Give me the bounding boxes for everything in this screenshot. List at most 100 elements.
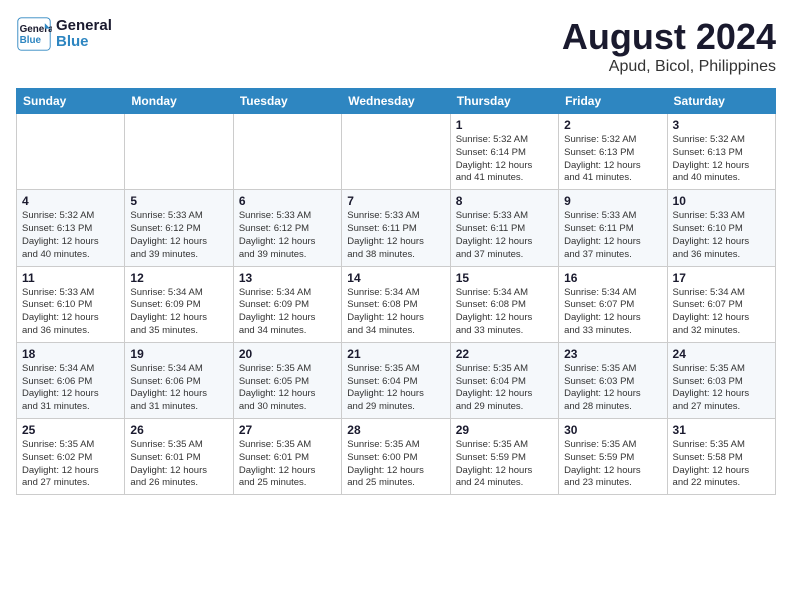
month-year: August 2024 — [562, 16, 776, 58]
logo: General Blue General Blue — [16, 16, 112, 52]
day-info: Sunrise: 5:34 AMSunset: 6:06 PMDaylight:… — [130, 363, 227, 414]
day-number: 25 — [22, 423, 119, 437]
day-info: Sunrise: 5:34 AMSunset: 6:08 PMDaylight:… — [347, 287, 444, 338]
calendar-cell — [125, 114, 233, 190]
calendar-cell: 21 Sunrise: 5:35 AMSunset: 6:04 PMDayligh… — [342, 342, 450, 418]
day-number: 29 — [456, 423, 553, 437]
calendar-cell — [17, 114, 125, 190]
day-number: 11 — [22, 271, 119, 285]
day-info: Sunrise: 5:33 AMSunset: 6:10 PMDaylight:… — [22, 287, 119, 338]
day-info: Sunrise: 5:35 AMSunset: 6:01 PMDaylight:… — [130, 439, 227, 490]
day-number: 9 — [564, 194, 661, 208]
day-number: 2 — [564, 118, 661, 132]
weekday-header-monday: Monday — [125, 89, 233, 114]
logo-line2: Blue — [56, 34, 112, 51]
calendar-table: SundayMondayTuesdayWednesdayThursdayFrid… — [16, 88, 776, 495]
day-info: Sunrise: 5:34 AMSunset: 6:07 PMDaylight:… — [673, 287, 770, 338]
day-number: 18 — [22, 347, 119, 361]
day-number: 28 — [347, 423, 444, 437]
day-info: Sunrise: 5:35 AMSunset: 6:04 PMDaylight:… — [456, 363, 553, 414]
svg-text:Blue: Blue — [20, 35, 42, 46]
calendar-cell: 1Sunrise: 5:32 AMSunset: 6:14 PMDaylight… — [450, 114, 558, 190]
day-number: 7 — [347, 194, 444, 208]
day-number: 30 — [564, 423, 661, 437]
calendar-cell: 27 Sunrise: 5:35 AMSunset: 6:01 PMDayligh… — [233, 419, 341, 495]
calendar-cell: 25 Sunrise: 5:35 AMSunset: 6:02 PMDayligh… — [17, 419, 125, 495]
day-number: 13 — [239, 271, 336, 285]
calendar-cell: 26 Sunrise: 5:35 AMSunset: 6:01 PMDayligh… — [125, 419, 233, 495]
day-info: Sunrise: 5:35 AMSunset: 5:59 PMDaylight:… — [456, 439, 553, 490]
calendar-cell: 24 Sunrise: 5:35 AMSunset: 6:03 PMDayligh… — [667, 342, 775, 418]
day-info: Sunrise: 5:33 AMSunset: 6:10 PMDaylight:… — [673, 210, 770, 261]
calendar-cell: 13 Sunrise: 5:34 AMSunset: 6:09 PMDayligh… — [233, 266, 341, 342]
day-info: Sunrise: 5:33 AMSunset: 6:12 PMDaylight:… — [130, 210, 227, 261]
calendar-week-3: 11 Sunrise: 5:33 AMSunset: 6:10 PMDayligh… — [17, 266, 776, 342]
calendar-week-1: 1Sunrise: 5:32 AMSunset: 6:14 PMDaylight… — [17, 114, 776, 190]
weekday-header-friday: Friday — [559, 89, 667, 114]
day-number: 27 — [239, 423, 336, 437]
day-info: Sunrise: 5:32 AMSunset: 6:13 PMDaylight:… — [673, 134, 770, 185]
day-number: 5 — [130, 194, 227, 208]
weekday-header-tuesday: Tuesday — [233, 89, 341, 114]
calendar-cell: 14Sunrise: 5:34 AMSunset: 6:08 PMDayligh… — [342, 266, 450, 342]
calendar-cell: 7Sunrise: 5:33 AMSunset: 6:11 PMDaylight… — [342, 190, 450, 266]
calendar-week-5: 25 Sunrise: 5:35 AMSunset: 6:02 PMDayligh… — [17, 419, 776, 495]
weekday-header-sunday: Sunday — [17, 89, 125, 114]
day-number: 24 — [673, 347, 770, 361]
day-info: Sunrise: 5:35 AMSunset: 6:00 PMDaylight:… — [347, 439, 444, 490]
day-info: Sunrise: 5:34 AMSunset: 6:06 PMDaylight:… — [22, 363, 119, 414]
calendar-cell: 2 Sunrise: 5:32 AMSunset: 6:13 PMDaylight… — [559, 114, 667, 190]
weekday-header-wednesday: Wednesday — [342, 89, 450, 114]
day-number: 10 — [673, 194, 770, 208]
day-number: 16 — [564, 271, 661, 285]
day-number: 21 — [347, 347, 444, 361]
day-number: 31 — [673, 423, 770, 437]
day-number: 19 — [130, 347, 227, 361]
day-info: Sunrise: 5:34 AMSunset: 6:09 PMDaylight:… — [239, 287, 336, 338]
day-info: Sunrise: 5:32 AMSunset: 6:14 PMDaylight:… — [456, 134, 553, 185]
calendar-cell: 17 Sunrise: 5:34 AMSunset: 6:07 PMDayligh… — [667, 266, 775, 342]
day-number: 4 — [22, 194, 119, 208]
day-info: Sunrise: 5:35 AMSunset: 6:01 PMDaylight:… — [239, 439, 336, 490]
calendar-cell: 9 Sunrise: 5:33 AMSunset: 6:11 PMDaylight… — [559, 190, 667, 266]
calendar-cell: 29 Sunrise: 5:35 AMSunset: 5:59 PMDayligh… — [450, 419, 558, 495]
page-header: General Blue General Blue August 2024 Ap… — [16, 16, 776, 76]
day-number: 6 — [239, 194, 336, 208]
calendar-cell: 28 Sunrise: 5:35 AMSunset: 6:00 PMDayligh… — [342, 419, 450, 495]
calendar-week-4: 18 Sunrise: 5:34 AMSunset: 6:06 PMDayligh… — [17, 342, 776, 418]
day-number: 17 — [673, 271, 770, 285]
day-info: Sunrise: 5:35 AMSunset: 6:02 PMDaylight:… — [22, 439, 119, 490]
day-info: Sunrise: 5:35 AMSunset: 6:03 PMDaylight:… — [673, 363, 770, 414]
day-info: Sunrise: 5:33 AMSunset: 6:11 PMDaylight:… — [456, 210, 553, 261]
day-number: 12 — [130, 271, 227, 285]
calendar-cell: 15 Sunrise: 5:34 AMSunset: 6:08 PMDayligh… — [450, 266, 558, 342]
day-info: Sunrise: 5:34 AMSunset: 6:08 PMDaylight:… — [456, 287, 553, 338]
day-info: Sunrise: 5:34 AMSunset: 6:09 PMDaylight:… — [130, 287, 227, 338]
calendar-cell: 20Sunrise: 5:35 AMSunset: 6:05 PMDayligh… — [233, 342, 341, 418]
day-info: Sunrise: 5:35 AMSunset: 6:04 PMDaylight:… — [347, 363, 444, 414]
day-info: Sunrise: 5:35 AMSunset: 5:58 PMDaylight:… — [673, 439, 770, 490]
weekday-header-thursday: Thursday — [450, 89, 558, 114]
calendar-cell: 4 Sunrise: 5:32 AMSunset: 6:13 PMDaylight… — [17, 190, 125, 266]
day-info: Sunrise: 5:35 AMSunset: 6:03 PMDaylight:… — [564, 363, 661, 414]
day-info: Sunrise: 5:33 AMSunset: 6:11 PMDaylight:… — [564, 210, 661, 261]
day-number: 23 — [564, 347, 661, 361]
calendar-cell: 18 Sunrise: 5:34 AMSunset: 6:06 PMDayligh… — [17, 342, 125, 418]
day-info: Sunrise: 5:32 AMSunset: 6:13 PMDaylight:… — [22, 210, 119, 261]
calendar-cell — [342, 114, 450, 190]
day-number: 20 — [239, 347, 336, 361]
calendar-cell: 6Sunrise: 5:33 AMSunset: 6:12 PMDaylight… — [233, 190, 341, 266]
weekday-header-saturday: Saturday — [667, 89, 775, 114]
calendar-week-2: 4 Sunrise: 5:32 AMSunset: 6:13 PMDaylight… — [17, 190, 776, 266]
weekday-header-row: SundayMondayTuesdayWednesdayThursdayFrid… — [17, 89, 776, 114]
calendar-cell: 12 Sunrise: 5:34 AMSunset: 6:09 PMDayligh… — [125, 266, 233, 342]
calendar-cell: 10 Sunrise: 5:33 AMSunset: 6:10 PMDayligh… — [667, 190, 775, 266]
day-number: 26 — [130, 423, 227, 437]
calendar-cell: 22 Sunrise: 5:35 AMSunset: 6:04 PMDayligh… — [450, 342, 558, 418]
day-number: 22 — [456, 347, 553, 361]
calendar-cell: 31 Sunrise: 5:35 AMSunset: 5:58 PMDayligh… — [667, 419, 775, 495]
day-number: 15 — [456, 271, 553, 285]
day-info: Sunrise: 5:32 AMSunset: 6:13 PMDaylight:… — [564, 134, 661, 185]
logo-line1: General — [56, 18, 112, 35]
calendar-cell: 5 Sunrise: 5:33 AMSunset: 6:12 PMDaylight… — [125, 190, 233, 266]
